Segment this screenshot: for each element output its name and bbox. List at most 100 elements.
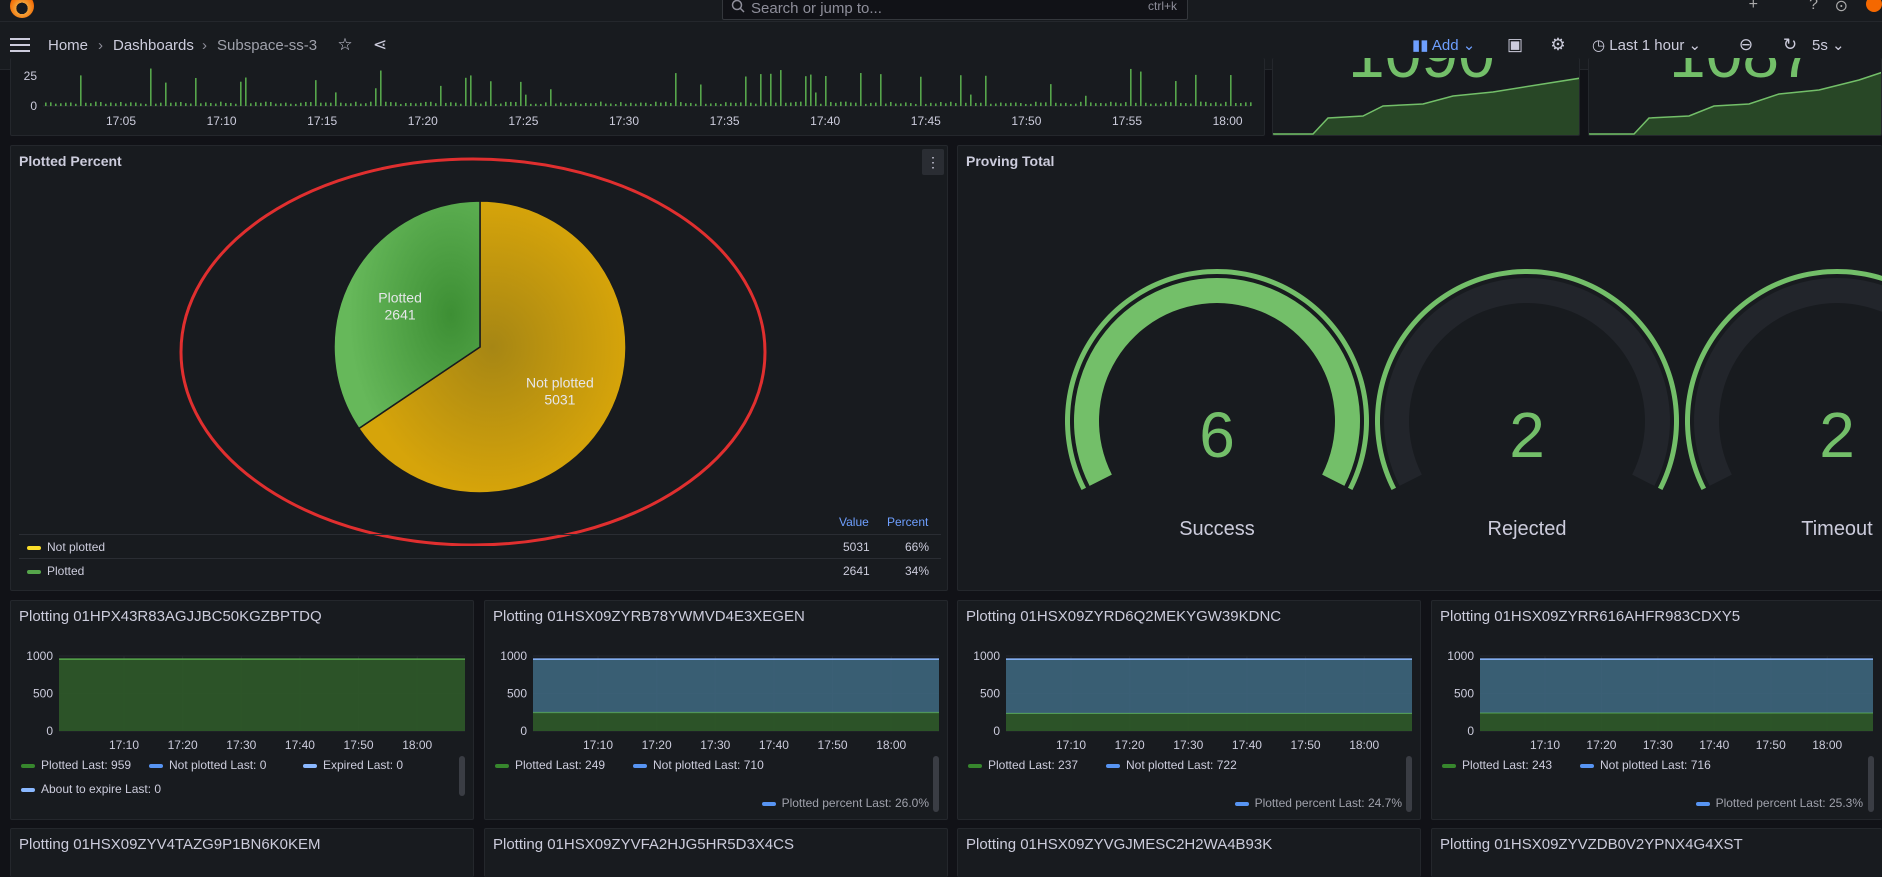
share-icon[interactable]: ⋖ (370, 35, 390, 55)
bar (830, 102, 832, 106)
bar (1120, 103, 1122, 106)
legend-item[interactable]: Not plotted Last: 0 (149, 758, 266, 772)
save-icon[interactable]: ▣ (1505, 35, 1525, 55)
breadcrumb-separator-icon: › (202, 37, 207, 54)
bar (920, 76, 922, 106)
bar (1105, 103, 1107, 106)
bar (490, 81, 492, 106)
x-tick-label: 17:50 (1756, 738, 1786, 752)
breadcrumb-dashboards[interactable]: Dashboards (113, 37, 194, 54)
add-button-label: Add (1431, 37, 1459, 54)
legend-item[interactable]: Plotted percent Last: 25.3% (1695, 796, 1863, 810)
x-tick-label: 18:00 (1812, 738, 1842, 752)
bar (910, 103, 912, 106)
legend-item[interactable]: Plotted percent Last: 24.7% (1234, 796, 1402, 810)
settings-gear-icon[interactable]: ⚙ (1548, 35, 1568, 55)
legend-scrollbar[interactable] (1868, 756, 1874, 812)
bar (1155, 103, 1157, 106)
legend-header-value[interactable]: Value (839, 515, 869, 529)
legend-swatch (633, 763, 647, 768)
legend-item[interactable]: About to expire Last: 0 (21, 782, 161, 796)
plotting-panel: Plotting 01HSX09ZYRD6Q2MEKYGW39KDNC 1000 5… (957, 600, 1421, 820)
bar (1100, 102, 1102, 106)
star-icon[interactable]: ☆ (335, 35, 355, 55)
legend-label: Not plotted (47, 540, 106, 554)
bar (740, 102, 742, 106)
bar (855, 102, 857, 106)
bar (750, 102, 752, 106)
bar (600, 101, 602, 106)
legend-item[interactable]: Not plotted Last: 710 (633, 758, 764, 772)
search-input[interactable]: Search or jump to... ctrl+k (722, 0, 1188, 20)
slice-value-label: 2641 (385, 306, 416, 322)
legend-item-plotted[interactable]: Plotted (27, 564, 84, 578)
breadcrumb-home[interactable]: Home (48, 37, 88, 54)
plotted-percent-panel: Plotted Percent ⋮ Not plotted 5031 Plotted… (10, 145, 948, 591)
legend-item[interactable]: Plotted Last: 243 (1442, 758, 1552, 772)
legend-swatch (761, 801, 776, 806)
bar (90, 103, 92, 106)
bar (985, 75, 987, 106)
legend-item[interactable]: Plotted Last: 959 (21, 758, 131, 772)
bar (225, 102, 227, 106)
grafana-logo-icon[interactable] (10, 0, 34, 18)
help-icon[interactable]: ? (1809, 0, 1818, 14)
legend-scrollbar[interactable] (1406, 756, 1412, 812)
bar (450, 102, 452, 106)
y-tick-label: 1000 (1447, 649, 1474, 663)
avatar[interactable] (1866, 0, 1882, 12)
bar (785, 102, 787, 106)
bar (160, 102, 162, 106)
bar (695, 103, 697, 106)
y-tick-label: 25 (24, 69, 38, 83)
x-tick-label: 17:10 (1530, 738, 1560, 752)
legend-item[interactable]: Expired Last: 0 (303, 758, 403, 772)
bar (850, 102, 852, 106)
legend-header-percent[interactable]: Percent (887, 515, 928, 529)
time-range-label: Last 1 hour (1609, 37, 1685, 54)
time-range-picker[interactable]: ◷ Last 1 hour ⌄ (1592, 36, 1701, 54)
x-tick-label: 17:20 (642, 738, 672, 752)
add-button[interactable]: ▮▮ Add ⌄ (1412, 36, 1475, 54)
legend-item[interactable]: Plotted Last: 237 (968, 758, 1078, 772)
y-tick-label: 500 (507, 687, 527, 701)
bar (215, 103, 217, 106)
plotting-panel: Plotting 01HSX09ZYV4TAZG9P1BN6K0KEM (10, 828, 474, 877)
bar (1125, 102, 1127, 106)
bar (705, 103, 707, 106)
x-tick-label: 17:10 (207, 114, 237, 128)
legend-item[interactable]: Not plotted Last: 716 (1580, 758, 1711, 772)
bar (1110, 101, 1112, 106)
legend-swatch (1234, 801, 1249, 806)
legend-scrollbar[interactable] (459, 756, 465, 796)
refresh-interval-label: 5s (1812, 37, 1828, 54)
bar (210, 103, 212, 106)
menu-icon[interactable] (10, 38, 30, 52)
bar (555, 103, 557, 106)
bar (880, 74, 882, 106)
legend-item-not-plotted[interactable]: Not plotted (27, 540, 105, 554)
bar (1140, 71, 1142, 106)
bar (100, 102, 102, 106)
legend-scrollbar[interactable] (933, 756, 939, 812)
legend-item[interactable]: Not plotted Last: 722 (1106, 758, 1237, 772)
bar (1055, 102, 1057, 106)
bar (1240, 102, 1242, 106)
bar (165, 82, 167, 106)
bar (385, 101, 387, 106)
bar (810, 74, 812, 106)
bar (435, 103, 437, 106)
breadcrumb-current: Subspace-ss-3 (217, 37, 318, 54)
bar (730, 102, 732, 106)
bar (975, 102, 977, 106)
zoom-out-icon[interactable]: ⊖ (1736, 35, 1756, 55)
y-tick-label: 0 (993, 724, 1000, 738)
bar (655, 101, 657, 106)
refresh-icon[interactable]: ↻ (1780, 35, 1800, 55)
bar (710, 103, 712, 106)
news-icon[interactable]: ⊙ (1835, 0, 1848, 16)
legend-item[interactable]: Plotted Last: 249 (495, 758, 605, 772)
legend-item[interactable]: Plotted percent Last: 26.0% (761, 796, 929, 810)
refresh-interval-picker[interactable]: 5s ⌄ (1812, 36, 1845, 54)
bar (345, 103, 347, 106)
